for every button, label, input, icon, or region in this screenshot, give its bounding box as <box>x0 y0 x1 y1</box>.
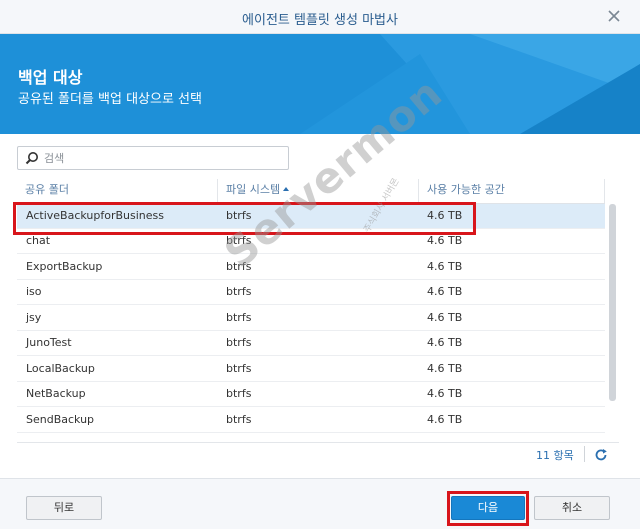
cell-filesystem: btrfs <box>226 413 252 426</box>
cell-folder-name: iso <box>26 285 42 298</box>
cell-folder-name: SendBackup <box>26 413 95 426</box>
close-icon[interactable] <box>606 8 622 24</box>
page-subtitle: 공유된 폴더를 백업 대상으로 선택 <box>18 92 202 107</box>
column-header-shared-folder[interactable]: 공유 폴더 <box>17 179 218 203</box>
table-row[interactable]: JunoTest btrfs 4.6 TB <box>17 331 605 356</box>
table-row[interactable]: LocalBackup btrfs 4.6 TB <box>17 357 605 382</box>
cell-filesystem: btrfs <box>226 285 252 298</box>
cell-folder-name: LocalBackup <box>26 362 95 375</box>
search-icon <box>25 152 38 165</box>
refresh-icon[interactable] <box>594 448 608 462</box>
cancel-button[interactable]: 취소 <box>534 496 610 520</box>
cell-free-space: 4.6 TB <box>427 285 463 298</box>
banner-background <box>300 34 640 134</box>
column-label: 공유 폴더 <box>25 183 69 196</box>
table-row[interactable]: iso btrfs 4.6 TB <box>17 280 605 305</box>
header-banner: 백업 대상 공유된 폴더를 백업 대상으로 선택 <box>0 34 640 134</box>
page-title: 백업 대상 <box>18 68 83 87</box>
cell-folder-name: NetBackup <box>26 387 86 400</box>
table-scrollbar[interactable] <box>609 204 616 401</box>
cell-free-space: 4.6 TB <box>427 260 463 273</box>
cell-folder-name: jsy <box>26 311 42 324</box>
toolbar-divider <box>584 446 585 462</box>
cell-free-space: 4.6 TB <box>427 311 463 324</box>
cell-folder-name: ExportBackup <box>26 260 103 273</box>
cell-folder-name: JunoTest <box>26 336 72 349</box>
window-titlebar: 에이전트 템플릿 생성 마법사 <box>0 0 640 34</box>
cell-free-space: 4.6 TB <box>427 387 463 400</box>
cell-filesystem: btrfs <box>226 362 252 375</box>
cell-filesystem: btrfs <box>226 387 252 400</box>
item-count: 11 항목 <box>536 449 574 462</box>
cell-free-space: 4.6 TB <box>427 413 463 426</box>
column-label: 사용 가능한 공간 <box>427 183 505 196</box>
cell-free-space: 4.6 TB <box>427 336 463 349</box>
search-box[interactable] <box>17 146 289 170</box>
window-title: 에이전트 템플릿 생성 마법사 <box>242 13 398 28</box>
search-input[interactable] <box>44 149 280 167</box>
back-button[interactable]: 뒤로 <box>26 496 102 520</box>
table-row[interactable]: ExportBackup btrfs 4.6 TB <box>17 255 605 280</box>
cell-filesystem: btrfs <box>226 336 252 349</box>
table-row[interactable]: SendBackup btrfs 4.6 TB <box>17 408 605 433</box>
highlight-next-button <box>447 491 529 526</box>
table-row[interactable]: NetBackup btrfs 4.6 TB <box>17 382 605 407</box>
column-header-free-space[interactable]: 사용 가능한 공간 <box>419 179 605 203</box>
cell-free-space: 4.6 TB <box>427 362 463 375</box>
cell-filesystem: btrfs <box>226 311 252 324</box>
table-row[interactable]: jsy btrfs 4.6 TB <box>17 306 605 331</box>
